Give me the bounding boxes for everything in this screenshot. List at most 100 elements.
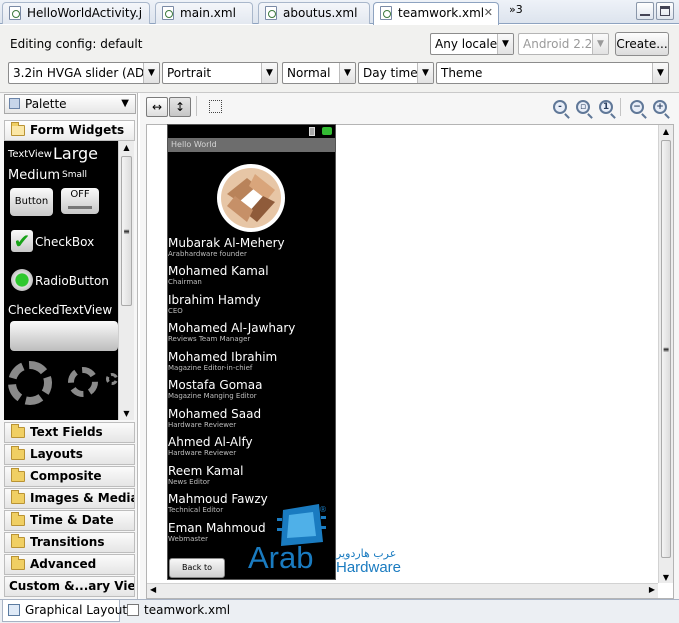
member-name: Reem Kamal [168,464,244,478]
time-value: Day time [363,66,418,80]
member-name: Ibrahim Hamdy [168,293,261,307]
button-widget[interactable]: Button [10,188,53,216]
folder-icon [11,446,25,460]
tab-graphical-layout[interactable]: Graphical Layout [2,600,127,622]
zoom-in-icon[interactable]: + [653,100,667,114]
category-custom-views[interactable]: Custom &...ary Views [4,576,135,597]
maximize-icon[interactable] [656,2,674,20]
category-form-widgets[interactable]: Form Widgets [4,120,135,141]
xml-file-icon [265,6,277,20]
textview-widget[interactable]: TextView [8,149,52,160]
zoom-actual-icon[interactable]: 1 [599,100,613,114]
tab-main-xml[interactable]: main.xml [155,2,253,24]
category-composite[interactable]: Composite [4,466,135,487]
toggle-button-widget[interactable]: OFF [61,188,99,214]
small-text-widget[interactable]: Small [62,170,87,180]
theme-dropdown[interactable]: Theme ▼ [436,62,669,84]
scroll-up-icon[interactable]: ▲ [659,127,673,136]
category-text-fields[interactable]: Text Fields [4,422,135,443]
member-name: Mohamed Kamal [168,264,269,278]
progress-large-icon[interactable] [8,361,52,405]
device-value: 3.2in HVGA slider (ADP1) [13,66,160,80]
toolbar-divider [196,96,197,116]
close-icon[interactable]: ✕ [484,3,493,23]
zoom-out-real-icon[interactable]: - [553,100,567,114]
team-logo-image [217,164,285,232]
member-role: Chairman [168,278,202,286]
logo-text-hardware: Hardware [336,559,402,576]
scroll-up-icon[interactable]: ▲ [119,143,134,152]
create-config-button[interactable]: Create... [615,32,669,56]
large-text-widget[interactable]: Large [53,144,98,163]
widget-preview-area: TextView Large Medium Small Button OFF ✔… [4,141,118,420]
palette-header[interactable]: Palette ▼ [4,94,136,114]
team-member: Mubarak Al-Mehery Arabhardware founder [168,236,335,259]
tab-aboutus-xml[interactable]: aboutus.xml [258,2,370,24]
editing-config-caption: Editing config: [10,37,97,51]
palette-icon [9,98,20,109]
checkmark-icon: ✔ [11,230,33,252]
tab-teamwork-xml[interactable]: teamwork.xml ✕ [373,2,499,25]
tab-label: HelloWorldActivity.j [27,6,143,20]
fit-width-button[interactable]: ↔ [146,97,168,117]
canvas-horizontal-scrollbar[interactable]: ◀ ▶ [147,583,658,598]
scroll-right-icon[interactable]: ▶ [649,585,655,594]
category-label: Custom &...ary Views [9,579,135,593]
scroll-thumb[interactable]: ≡ [121,156,132,306]
chevron-down-icon: ▼ [417,63,433,83]
locale-value: Any locale [435,37,498,51]
orientation-dropdown[interactable]: Portrait ▼ [162,62,278,84]
palette-scrollbar[interactable]: ▲ ≡ ▼ [118,141,134,420]
radiobutton-widget[interactable]: RadioButton [35,274,109,288]
fit-height-button[interactable]: ↕ [169,97,191,117]
progress-medium-icon[interactable] [68,367,98,397]
member-name: Ahmed Al-Alfy [168,435,253,449]
category-transitions[interactable]: Transitions [4,532,135,553]
medium-text-widget[interactable]: Medium [8,168,60,183]
checkedtextview-widget[interactable]: CheckedTextView [8,303,112,317]
chevron-down-icon: ▼ [652,63,668,83]
tab-teamwork-xml-source[interactable]: teamwork.xml [122,600,230,622]
locale-dropdown[interactable]: Any locale ▼ [430,33,514,55]
zoom-out-icon[interactable]: − [630,100,644,114]
scroll-down-icon[interactable]: ▼ [659,573,673,582]
tab-label: main.xml [180,6,236,20]
category-layouts[interactable]: Layouts [4,444,135,465]
scroll-thumb[interactable]: ≡ [661,140,671,558]
mode-dropdown[interactable]: Normal ▼ [282,62,356,84]
time-dropdown[interactable]: Day time ▼ [358,62,434,84]
mode-value: Normal [287,66,331,80]
zoom-fit-icon[interactable]: ▫ [576,100,590,114]
battery-icon [309,127,315,136]
category-label: Transitions [30,535,105,549]
category-images-media[interactable]: Images & Media [4,488,135,509]
device-dropdown[interactable]: 3.2in HVGA slider (ADP1) ▼ [8,62,160,84]
category-time-date[interactable]: Time & Date [4,510,135,531]
spinner-widget[interactable] [10,321,118,351]
member-name: Mubarak Al-Mehery [168,236,285,250]
android-version-dropdown[interactable]: Android 2.2 ▼ [518,33,609,55]
scroll-left-icon[interactable]: ◀ [150,585,156,594]
checkbox-widget[interactable]: CheckBox [35,235,94,249]
category-advanced[interactable]: Advanced [4,554,135,575]
minimize-icon[interactable] [636,2,654,20]
progress-small-icon[interactable] [106,373,118,385]
hands-circle-icon [221,168,281,228]
back-to-home-button[interactable]: Back to Home [169,558,225,578]
member-role: Reviews Team Manager [168,335,251,343]
tab-helloworldactivity[interactable]: HelloWorldActivity.j [2,2,150,24]
show-bounds-icon[interactable] [209,100,222,113]
folder-open-icon [11,122,25,136]
category-label: Layouts [30,447,83,461]
tab-label: teamwork.xml [144,603,231,617]
member-role: Hardware Reviewer [168,449,237,457]
bottom-tab-bar: Graphical Layout teamwork.xml [0,599,679,623]
tab-overflow-button[interactable]: »3 [509,2,533,22]
team-member: Ahmed Al-Alfy Hardware Reviewer [168,435,335,458]
folder-icon [11,424,25,438]
radio-icon [11,269,33,291]
chevron-down-icon[interactable]: ▼ [121,95,129,113]
canvas-vertical-scrollbar[interactable]: ▲ ≡ ▼ [658,125,673,583]
toggle-label: OFF [70,189,90,200]
scroll-down-icon[interactable]: ▼ [119,409,134,418]
